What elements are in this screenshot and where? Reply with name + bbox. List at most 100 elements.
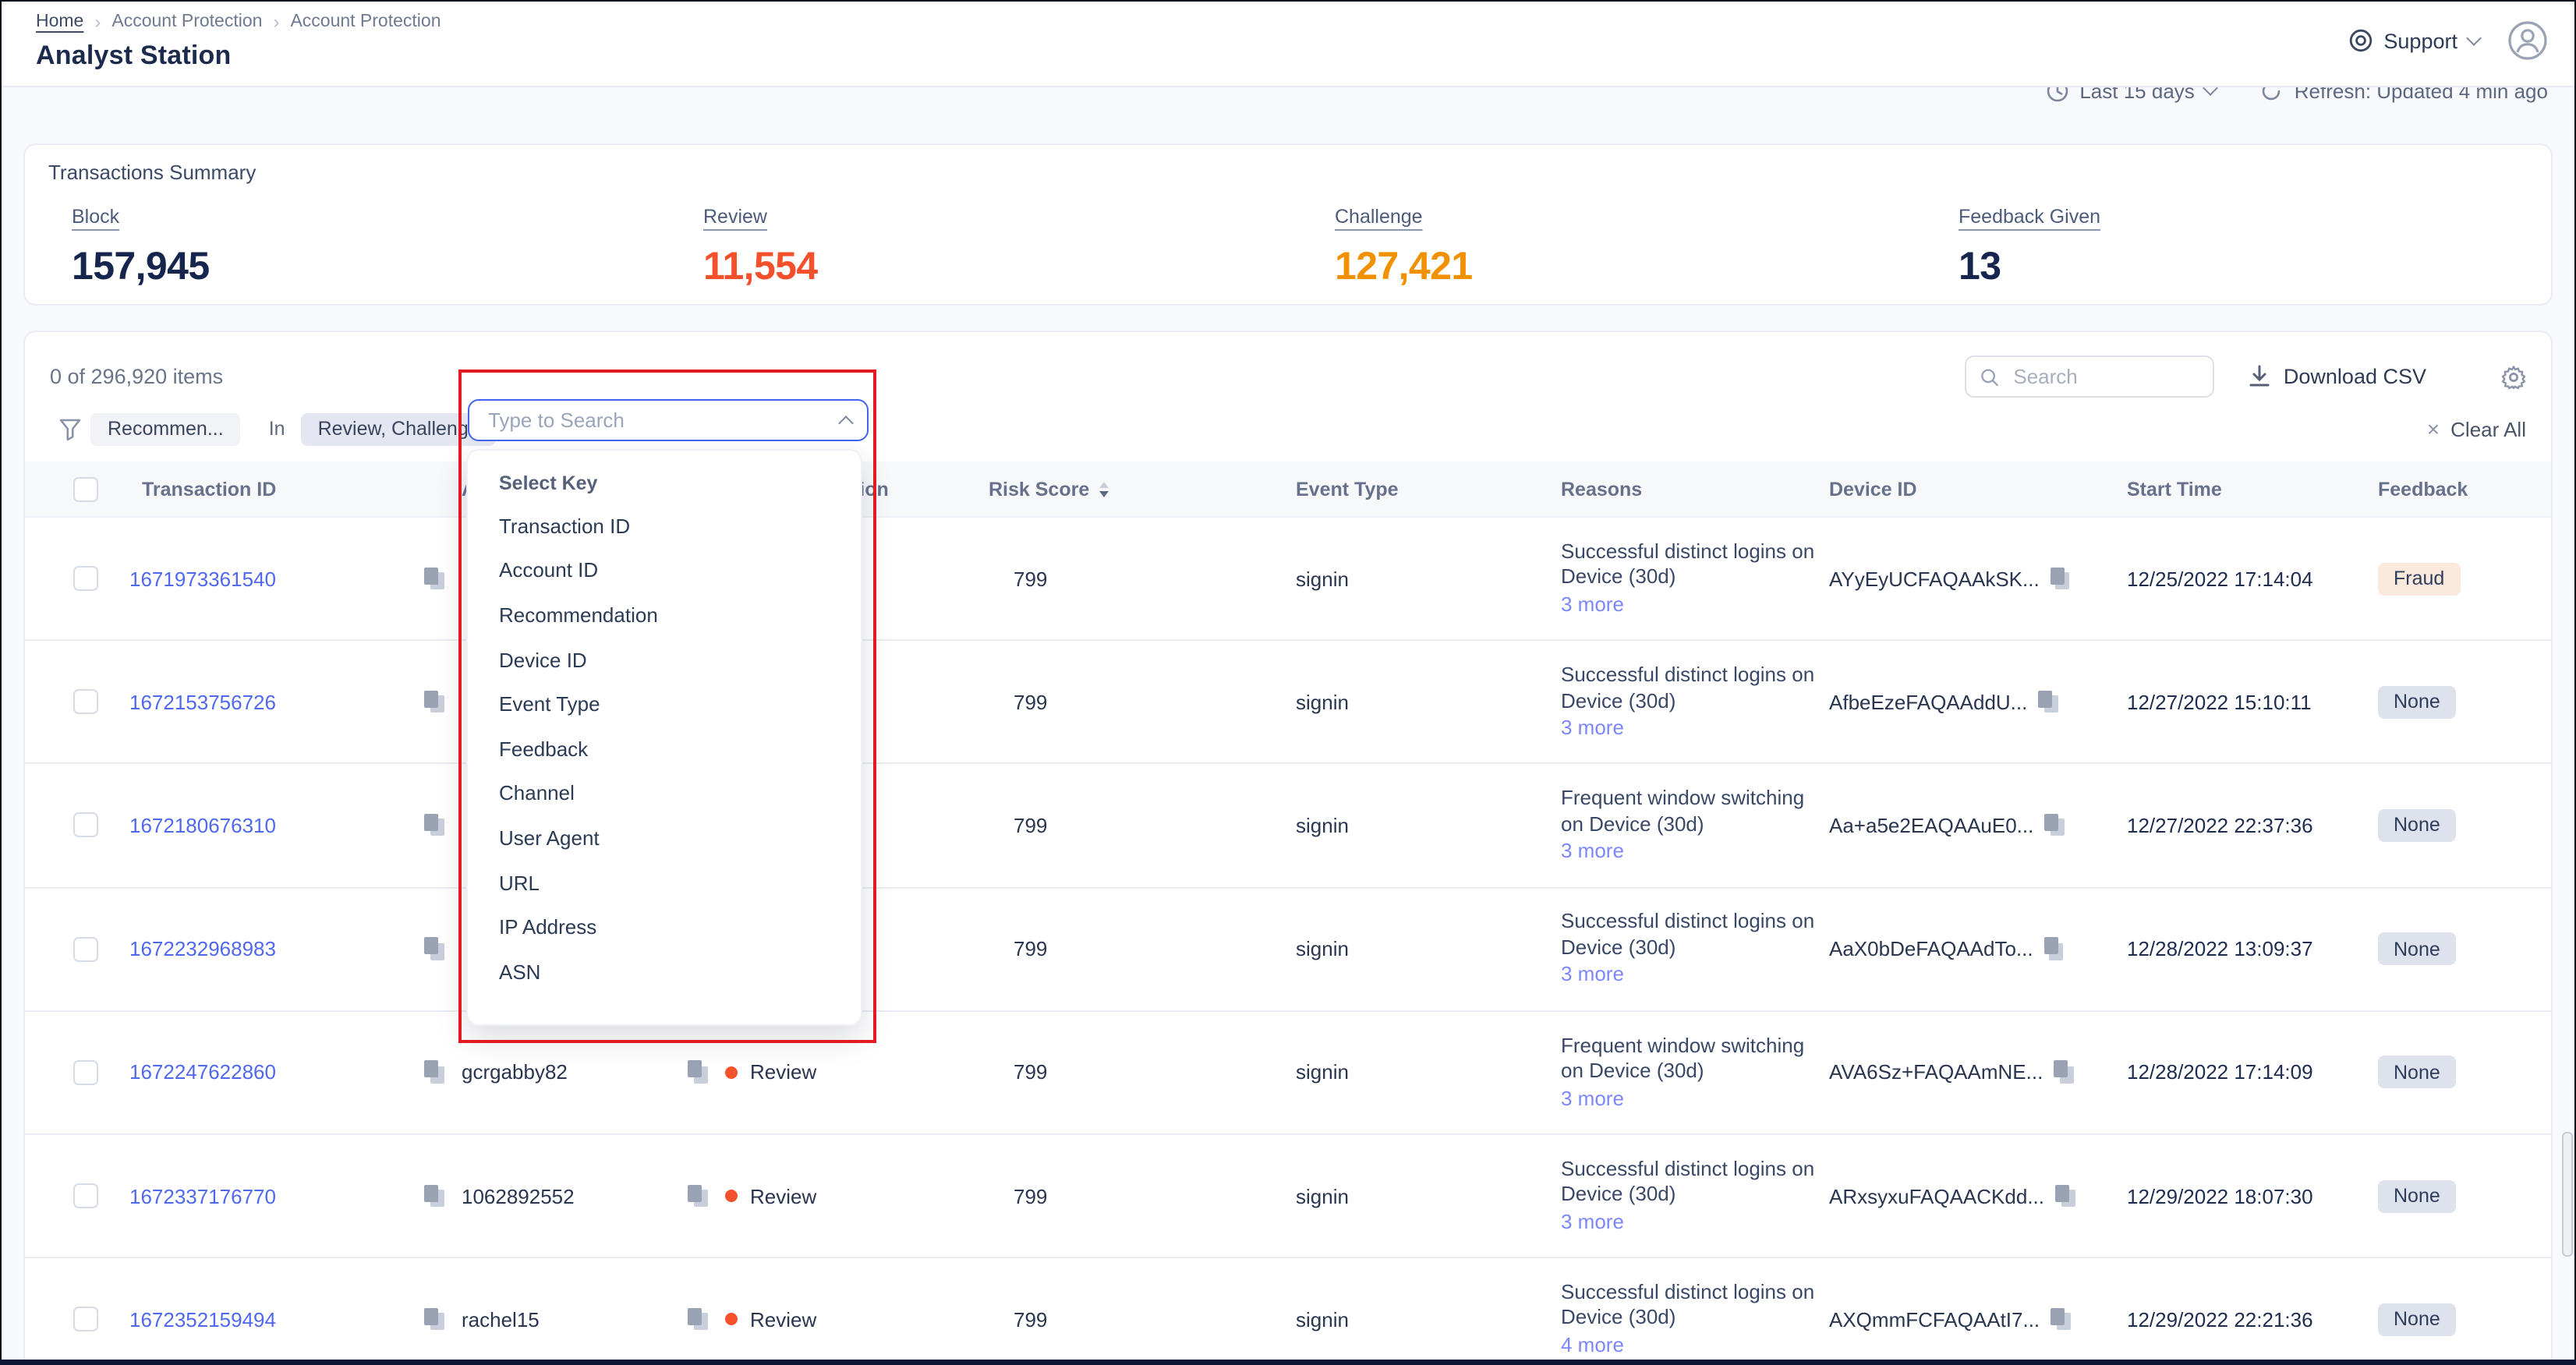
key-search-input[interactable]: [485, 407, 803, 433]
dropdown-option[interactable]: Transaction ID: [468, 504, 861, 548]
row-checkbox[interactable]: [73, 690, 98, 715]
copy-icon[interactable]: [424, 814, 444, 837]
metric-label-link[interactable]: Feedback Given: [1959, 206, 2100, 228]
row-checkbox[interactable]: [73, 813, 98, 838]
copy-icon[interactable]: [424, 1307, 444, 1331]
risk-score: 799: [1014, 1184, 1296, 1208]
reason-text: Successful distinct logins on Device (30…: [1561, 1280, 1815, 1331]
items-count: 0 of 296,920 items: [50, 365, 223, 388]
more-reasons-link[interactable]: 3 more: [1561, 1086, 1624, 1112]
device-id: AVA6Sz+FAQAAmNE...: [1829, 1061, 2043, 1084]
vertical-scrollbar-thumb[interactable]: [2561, 1132, 2572, 1257]
col-risk-score[interactable]: Risk Score: [989, 478, 1108, 500]
copy-icon[interactable]: [2054, 1061, 2074, 1084]
download-csv-label: Download CSV: [2284, 365, 2426, 388]
transaction-id-link[interactable]: 1672180676310: [129, 814, 276, 837]
chevron-down-icon: [2466, 30, 2482, 46]
feedback-badge: None: [2378, 1179, 2456, 1212]
download-icon: [2249, 365, 2271, 388]
table-row: 1672352159494 rachel15 Review 799 signin…: [25, 1258, 2551, 1365]
table-row: 1672247622860 gcrgabby82 Review 799 sign…: [25, 1012, 2551, 1135]
breadcrumb-home-link[interactable]: Home: [36, 12, 83, 31]
copy-icon[interactable]: [2055, 1184, 2075, 1208]
copy-icon[interactable]: [2044, 814, 2065, 837]
transaction-id-link[interactable]: 1671973361540: [129, 567, 276, 590]
copy-icon[interactable]: [688, 1184, 708, 1208]
more-reasons-link[interactable]: 3 more: [1561, 592, 1624, 618]
reason-text: Successful distinct logins on Device (30…: [1561, 539, 1815, 591]
start-time: 12/29/2022 18:07:30: [2127, 1184, 2378, 1208]
clear-all-button[interactable]: × Clear All: [2427, 416, 2526, 441]
search-input[interactable]: [2010, 363, 2199, 390]
more-reasons-link[interactable]: 3 more: [1561, 716, 1624, 741]
metric-challenge: Challenge 127,421: [1335, 203, 1473, 290]
dropdown-option[interactable]: Account ID: [468, 548, 861, 592]
search-box[interactable]: [1966, 355, 2215, 398]
dropdown-option[interactable]: Channel: [468, 771, 861, 815]
table-row: 1672232968983 799 signin Successful dist…: [25, 888, 2551, 1011]
dropdown-option[interactable]: Event Type: [468, 682, 861, 727]
metric-label-link[interactable]: Review: [703, 206, 767, 228]
feedback-badge: None: [2378, 1303, 2456, 1335]
copy-icon[interactable]: [688, 1061, 708, 1084]
gear-icon: [2501, 364, 2526, 389]
support-menu[interactable]: Support: [2348, 28, 2479, 53]
filter-key-chip[interactable]: Recommen...: [90, 412, 241, 445]
select-all-checkbox[interactable]: [73, 476, 98, 501]
metric-label-link[interactable]: Block: [72, 206, 119, 228]
device-id: AaX0bDeFAQAAdTo...: [1829, 937, 2033, 960]
copy-icon[interactable]: [424, 691, 444, 714]
dropdown-option[interactable]: ASN: [468, 949, 861, 994]
copy-icon[interactable]: [424, 1184, 444, 1208]
copy-icon[interactable]: [424, 937, 444, 960]
filter-value-chip[interactable]: Review, Challenge: [301, 412, 497, 445]
metric-value: 11,554: [703, 245, 818, 290]
row-checkbox[interactable]: [73, 1060, 98, 1085]
more-reasons-link[interactable]: 3 more: [1561, 839, 1624, 865]
more-reasons-link[interactable]: 3 more: [1561, 963, 1624, 988]
key-dropdown-panel: Select Key Transaction IDAccount IDRecom…: [466, 449, 862, 1026]
filter-funnel-icon: [58, 416, 83, 442]
risk-score: 799: [1014, 1061, 1296, 1084]
transaction-id-link[interactable]: 1672352159494: [129, 1307, 276, 1331]
transaction-id-link[interactable]: 1672232968983: [129, 937, 276, 960]
dropdown-option[interactable]: IP Address: [468, 905, 861, 949]
reason-text: Successful distinct logins on Device (30…: [1561, 1157, 1815, 1208]
sort-icon[interactable]: [1099, 481, 1108, 497]
copy-icon[interactable]: [2044, 937, 2065, 960]
copy-icon[interactable]: [2051, 1307, 2071, 1331]
row-checkbox[interactable]: [73, 936, 98, 961]
row-checkbox[interactable]: [73, 1307, 98, 1331]
copy-icon[interactable]: [424, 567, 444, 590]
support-label: Support: [2383, 29, 2457, 52]
dropdown-option[interactable]: Feedback: [468, 727, 861, 771]
more-reasons-link[interactable]: 3 more: [1561, 1210, 1624, 1236]
recommendation: Review: [750, 1184, 816, 1208]
feedback-badge: None: [2378, 1056, 2456, 1089]
transaction-id-link[interactable]: 1672153756726: [129, 691, 276, 714]
dropdown-option[interactable]: User Agent: [468, 815, 861, 860]
download-csv-button[interactable]: Download CSV: [2249, 365, 2426, 388]
key-search-combobox[interactable]: [468, 399, 869, 441]
copy-icon[interactable]: [424, 1061, 444, 1084]
metric-label-link[interactable]: Challenge: [1335, 206, 1423, 228]
feedback-badge: None: [2378, 932, 2456, 965]
active-filters: Recommen... In Review, Challenge: [58, 412, 497, 445]
dropdown-option[interactable]: URL: [468, 861, 861, 905]
avatar[interactable]: [2507, 20, 2548, 61]
breadcrumb-item[interactable]: Account Protection: [111, 12, 262, 31]
dropdown-option[interactable]: Recommendation: [468, 592, 861, 637]
transaction-id-link[interactable]: 1672247622860: [129, 1061, 276, 1084]
event-type: signin: [1296, 1184, 1561, 1208]
risk-score: 799: [1014, 567, 1296, 590]
more-reasons-link[interactable]: 4 more: [1561, 1333, 1624, 1359]
settings-button[interactable]: [2501, 364, 2526, 389]
row-checkbox[interactable]: [73, 1183, 98, 1208]
copy-icon[interactable]: [688, 1307, 708, 1331]
dropdown-option[interactable]: Device ID: [468, 638, 861, 682]
transaction-id-link[interactable]: 1672337176770: [129, 1184, 276, 1208]
row-checkbox[interactable]: [73, 566, 98, 591]
table-row: 1672337176770 1062892552 Review 799 sign…: [25, 1135, 2551, 1258]
copy-icon[interactable]: [2038, 691, 2058, 714]
copy-icon[interactable]: [2051, 567, 2071, 590]
